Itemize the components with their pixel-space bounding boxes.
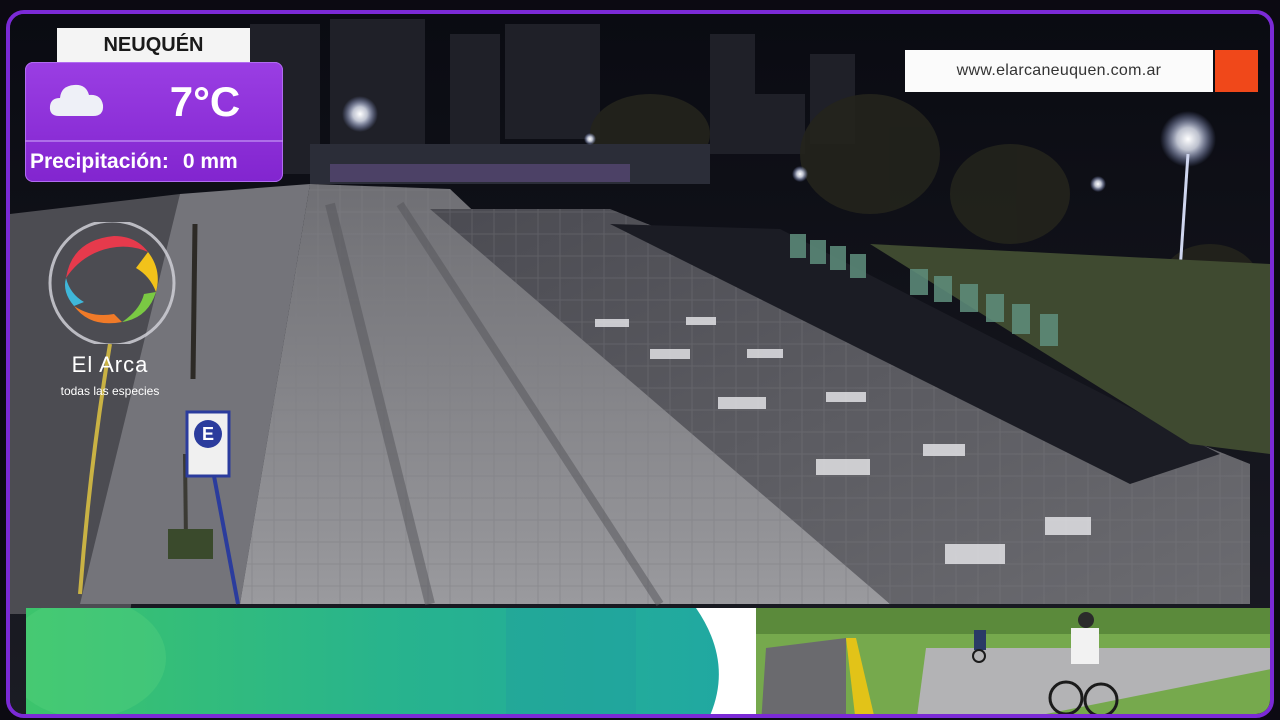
- url-accent-block: [1215, 50, 1258, 92]
- temperature: 7°C: [169, 78, 241, 125]
- city-label: NEUQUÉN: [57, 28, 250, 62]
- logo-tagline: todas las especies: [60, 384, 160, 398]
- website-url[interactable]: www.elarcaneuquen.com.ar: [905, 50, 1213, 92]
- bottom-banner: [26, 608, 1270, 714]
- weather-divider: [25, 140, 283, 142]
- el-arca-logo: [48, 222, 176, 344]
- precipitation-value: 0 mm: [182, 150, 238, 173]
- precipitation-label: Precipitación:: [30, 150, 169, 173]
- logo-name: El Arca: [71, 352, 149, 377]
- parking-sign-letter: E: [202, 424, 214, 444]
- precipitation: Precipitación: 0 mm: [30, 145, 280, 179]
- cloud-icon: [49, 84, 104, 116]
